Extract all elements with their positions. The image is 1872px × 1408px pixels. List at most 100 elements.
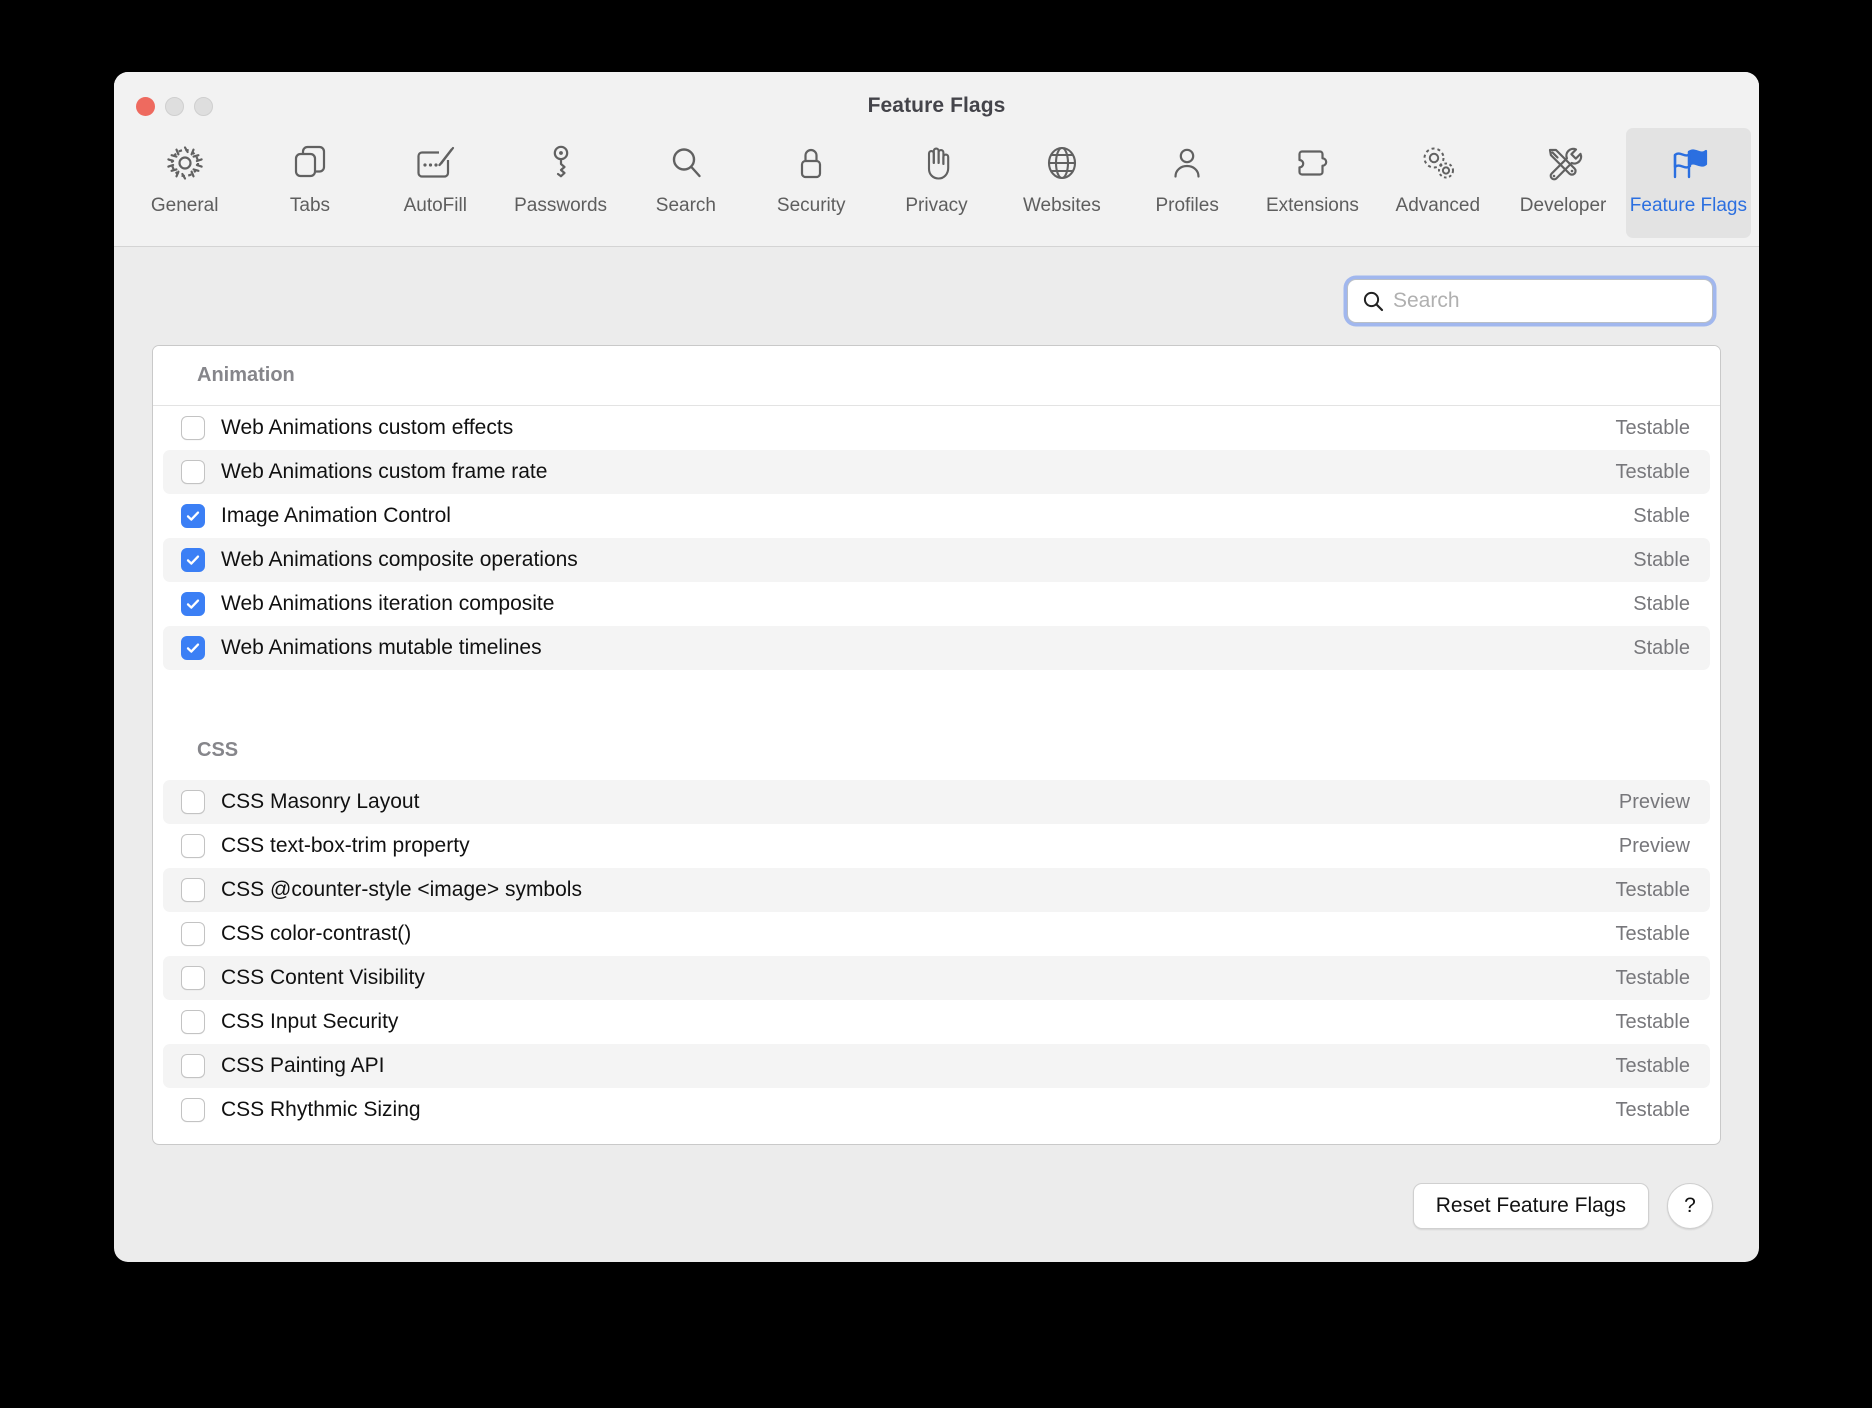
window-titlebar: Feature Flags General Tabs AutoFill Pass…	[114, 72, 1759, 247]
feature-flag-checkbox[interactable]	[181, 966, 205, 990]
tab-security[interactable]: Security	[749, 128, 874, 238]
feature-flag-row[interactable]: CSS Content Visibility Testable	[153, 956, 1720, 1000]
feature-flag-label: Web Animations iteration composite	[221, 592, 555, 615]
help-button[interactable]: ?	[1667, 1183, 1713, 1229]
feature-flag-checkbox[interactable]	[181, 636, 205, 660]
tab-developer[interactable]: Developer	[1500, 128, 1625, 238]
tab-websites[interactable]: Websites	[999, 128, 1124, 238]
autofill-icon	[413, 138, 457, 188]
feature-flag-checkbox[interactable]	[181, 1054, 205, 1078]
window-footer: Reset Feature Flags ?	[114, 1150, 1759, 1262]
feature-flag-status: Testable	[1615, 460, 1691, 483]
feature-flag-status: Stable	[1633, 592, 1690, 615]
feature-flag-checkbox[interactable]	[181, 878, 205, 902]
feature-flag-label: CSS text-box-trim property	[221, 834, 470, 857]
person-icon	[1165, 138, 1209, 188]
content-area: Animation Web Animations custom effects Te…	[114, 247, 1759, 1150]
feature-flag-checkbox[interactable]	[181, 1098, 205, 1122]
search-row	[152, 247, 1721, 323]
feature-flag-label: Web Animations custom effects	[221, 416, 514, 439]
feature-flag-label: Image Animation Control	[221, 504, 451, 527]
feature-flags-list[interactable]: Animation Web Animations custom effects Te…	[152, 345, 1721, 1145]
feature-flag-row[interactable]: Web Animations iteration composite Stable	[153, 582, 1720, 626]
reset-feature-flags-button[interactable]: Reset Feature Flags	[1412, 1183, 1649, 1229]
preferences-window: Feature Flags General Tabs AutoFill Pass…	[114, 72, 1759, 1262]
feature-flag-label: CSS Rhythmic Sizing	[221, 1098, 421, 1121]
feature-flag-label: Web Animations custom frame rate	[221, 460, 548, 483]
feature-flag-checkbox[interactable]	[181, 460, 205, 484]
feature-flag-status: Testable	[1615, 1054, 1691, 1077]
magnifier-icon	[664, 138, 708, 188]
feature-flag-row[interactable]: Web Animations custom frame rate Testable	[153, 450, 1720, 494]
tab-label: Tabs	[289, 195, 331, 216]
feature-flag-checkbox[interactable]	[181, 504, 205, 528]
tab-tabs[interactable]: Tabs	[247, 128, 372, 238]
feature-flag-checkbox[interactable]	[181, 592, 205, 616]
feature-flag-status: Testable	[1615, 966, 1691, 989]
tab-autofill[interactable]: AutoFill	[373, 128, 498, 238]
feature-flag-status: Stable	[1633, 636, 1690, 659]
tab-label: Privacy	[905, 195, 968, 216]
feature-flag-status: Testable	[1615, 1098, 1691, 1121]
tab-extensions[interactable]: Extensions	[1250, 128, 1375, 238]
tab-general[interactable]: General	[122, 128, 247, 238]
tab-label: Feature Flags	[1629, 195, 1748, 216]
feature-flag-label: CSS Painting API	[221, 1054, 385, 1077]
gear-icon	[163, 138, 207, 188]
feature-flag-row[interactable]: CSS text-box-trim property Preview	[153, 824, 1720, 868]
row-stripe	[163, 1044, 1710, 1088]
feature-flag-row[interactable]: CSS @counter-style <image> symbols Testab…	[153, 868, 1720, 912]
feature-flag-status: Testable	[1615, 1010, 1691, 1033]
globe-icon	[1040, 138, 1084, 188]
feature-flag-status: Stable	[1633, 504, 1690, 527]
search-field[interactable]	[1347, 279, 1713, 323]
tab-advanced[interactable]: Advanced	[1375, 128, 1500, 238]
feature-flag-row[interactable]: CSS Input Security Testable	[153, 1000, 1720, 1044]
tab-feature-flags[interactable]: Feature Flags	[1625, 128, 1752, 238]
feature-flag-row[interactable]: Image Animation Control Stable	[153, 494, 1720, 538]
section-header: Animation	[153, 346, 1720, 406]
search-icon	[1362, 290, 1384, 312]
tab-search[interactable]: Search	[623, 128, 748, 238]
tab-label: Extensions	[1265, 195, 1359, 216]
tab-label: AutoFill	[403, 195, 467, 216]
tools-icon	[1541, 138, 1585, 188]
feature-flag-checkbox[interactable]	[181, 790, 205, 814]
tab-label: Security	[776, 195, 846, 216]
feature-flag-status: Testable	[1615, 878, 1691, 901]
tab-privacy[interactable]: Privacy	[874, 128, 999, 238]
feature-flag-checkbox[interactable]	[181, 548, 205, 572]
search-input[interactable]	[1393, 289, 1702, 313]
gears-icon	[1416, 138, 1460, 188]
feature-flag-row[interactable]: CSS color-contrast() Testable	[153, 912, 1720, 956]
preferences-toolbar: General Tabs AutoFill Passwords Search S…	[122, 128, 1752, 238]
tab-label: Developer	[1519, 195, 1607, 216]
feature-flag-status: Testable	[1615, 922, 1691, 945]
feature-flag-checkbox[interactable]	[181, 1010, 205, 1034]
lock-icon	[789, 138, 833, 188]
feature-flag-label: Web Animations composite operations	[221, 548, 578, 571]
feature-flag-label: CSS Content Visibility	[221, 966, 425, 989]
feature-flag-row[interactable]: CSS Rhythmic Sizing Testable	[153, 1088, 1720, 1132]
feature-flag-label: CSS @counter-style <image> symbols	[221, 878, 582, 901]
feature-flag-row[interactable]: Web Animations mutable timelines Stable	[153, 626, 1720, 670]
feature-flag-row[interactable]: Web Animations custom effects Testable	[153, 406, 1720, 450]
feature-flag-row[interactable]: CSS Masonry Layout Preview	[153, 780, 1720, 824]
feature-flag-checkbox[interactable]	[181, 922, 205, 946]
tab-label: Websites	[1022, 195, 1101, 216]
tab-label: Passwords	[514, 195, 608, 216]
tab-passwords[interactable]: Passwords	[498, 128, 623, 238]
feature-flag-checkbox[interactable]	[181, 416, 205, 440]
feature-flag-status: Testable	[1615, 416, 1691, 439]
feature-flag-status: Stable	[1633, 548, 1690, 571]
feature-flag-row[interactable]: CSS Painting API Testable	[153, 1044, 1720, 1088]
feature-flag-checkbox[interactable]	[181, 834, 205, 858]
puzzle-icon	[1290, 138, 1334, 188]
window-title: Feature Flags	[867, 94, 1006, 117]
tab-profiles[interactable]: Profiles	[1125, 128, 1250, 238]
tab-label: General	[150, 195, 219, 216]
tab-label: Advanced	[1395, 195, 1481, 216]
section-spacer	[153, 670, 1720, 720]
section-header: CSS	[153, 720, 1720, 780]
feature-flag-row[interactable]: Web Animations composite operations Stabl…	[153, 538, 1720, 582]
